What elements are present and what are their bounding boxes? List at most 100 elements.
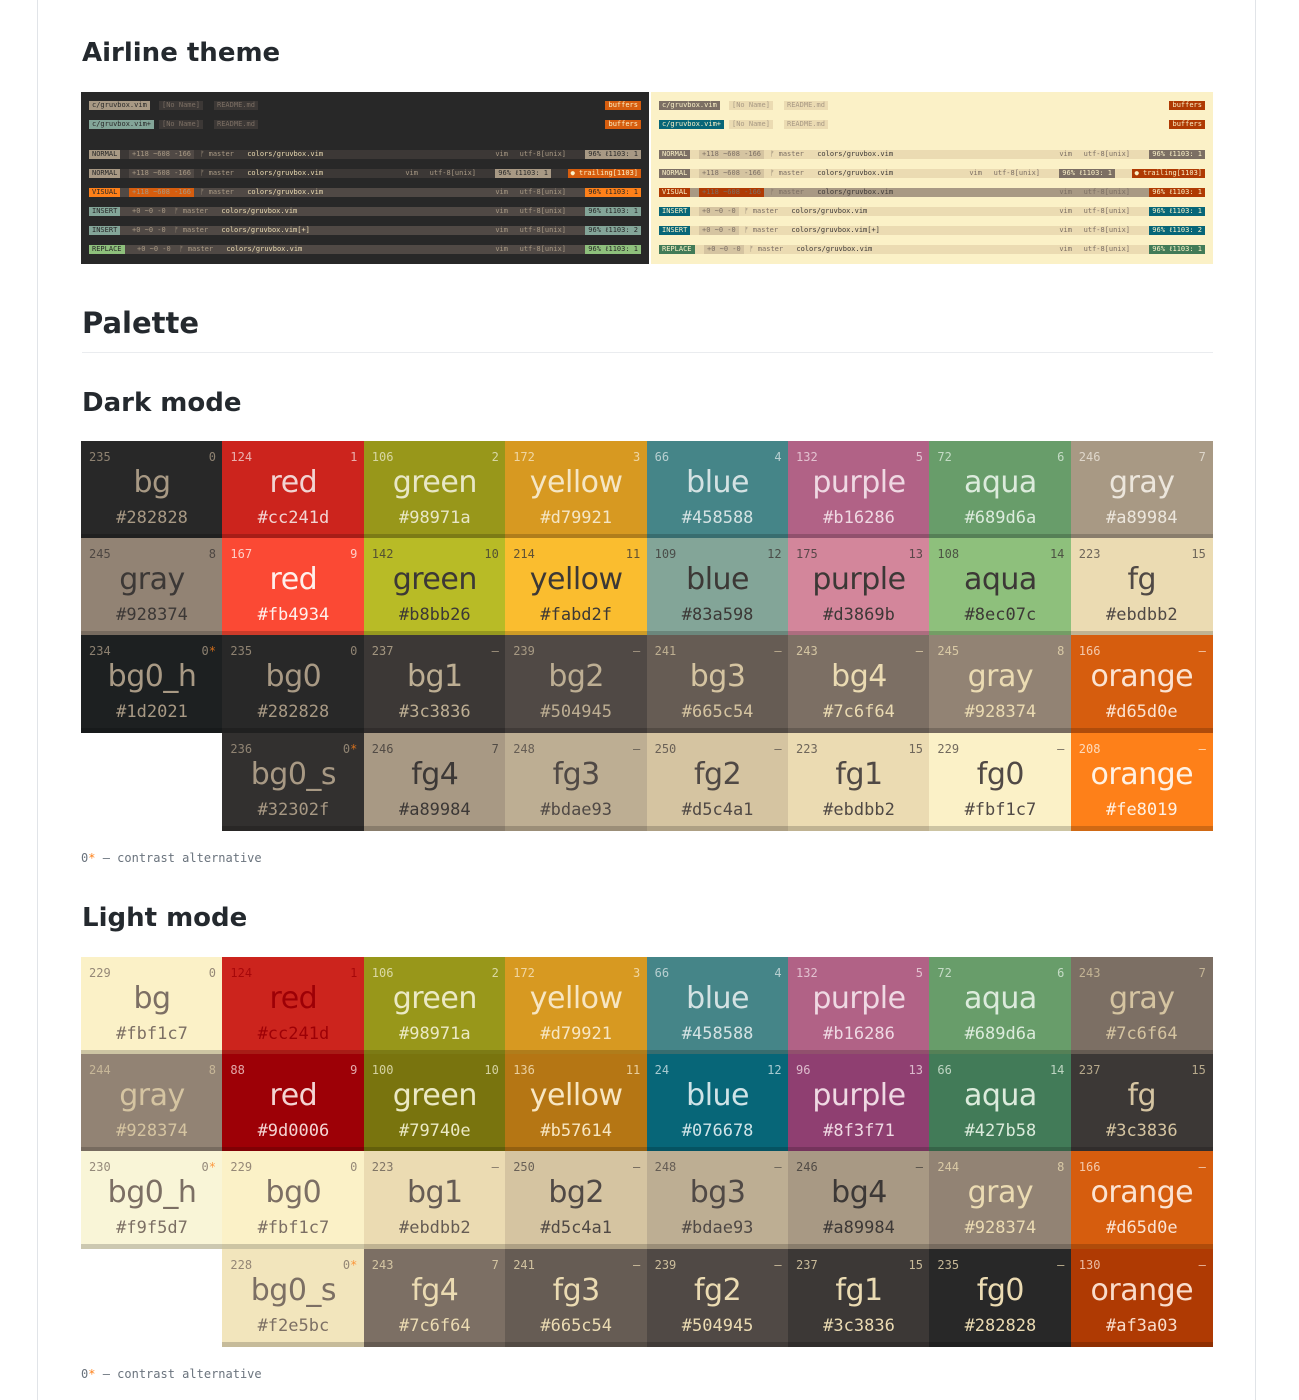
swatch-gray: 245 8 gray #928374 <box>929 635 1072 733</box>
swatch-shade-strip <box>1070 1342 1213 1347</box>
swatch-xterm-number: 24 <box>654 1063 670 1077</box>
swatch-name: bg3 <box>689 659 746 694</box>
swatch-index: 15 <box>1191 1063 1205 1077</box>
swatch-green: 100 10 green #79740e <box>363 1054 506 1152</box>
swatch-hex: #9d0006 <box>257 1121 330 1141</box>
swatch-index-value: 15 <box>908 1258 923 1272</box>
swatch-xterm-number: 132 <box>796 450 818 464</box>
swatch-name: orange <box>1090 659 1194 694</box>
swatch-xterm-number: 237 <box>371 644 394 658</box>
swatch-index: 12 <box>767 547 781 561</box>
swatch-name: green <box>392 465 478 500</box>
swatch-red: 124 1 red #cc241d <box>222 441 365 539</box>
git-hunks: +0 ~0 -0 <box>699 207 739 216</box>
swatch-index: 0 <box>350 644 357 658</box>
swatch-fg2: 250 — fg2 #d5c4a1 <box>646 733 789 831</box>
swatch-index-value: — <box>491 1160 499 1174</box>
swatch-xterm-number: 109 <box>654 547 677 561</box>
encoding: utf-8[unix] <box>519 226 566 234</box>
swatch-bg: 235 0 bg #282828 <box>81 441 223 539</box>
filetype: vim <box>495 245 508 253</box>
swatch-name: gray <box>119 562 185 597</box>
swatch-name: yellow <box>529 562 623 597</box>
swatch-index-value: 14 <box>1049 547 1065 561</box>
tabline: c/gruvbox.vim [No Name] README.md buffers <box>659 101 1205 110</box>
swatch-name: bg4 <box>831 1175 887 1210</box>
swatch-green: 142 10 green #b8bb26 <box>363 538 506 636</box>
swatch-index: 0 <box>350 1160 357 1174</box>
statusline: INSERT +0 ~0 -0 ᚠ master colors/gruvbox.vim… <box>89 207 641 216</box>
swatch-xterm-number: 132 <box>796 966 818 980</box>
swatch-hex: #458588 <box>681 1024 754 1044</box>
swatch-name: gray <box>1109 981 1175 1016</box>
swatch-name: bg <box>133 981 171 1016</box>
swatch-index: 2 <box>492 450 499 464</box>
encoding: utf-8[unix] <box>519 150 566 158</box>
git-hunks: +118 ~608 -166 <box>129 169 195 178</box>
swatch-name: red <box>269 562 318 597</box>
swatch-fg4: 246 7 fg4 #a89984 <box>363 733 506 831</box>
swatch-hex: #458588 <box>681 508 754 528</box>
swatch-hex: #928374 <box>964 1218 1037 1238</box>
swatch-hex: #bdae93 <box>540 800 613 820</box>
swatch-index-value: 8 <box>208 547 216 561</box>
swatch-xterm-number: 239 <box>513 644 535 658</box>
swatch-bg0_h: 230 0* bg0_h #f9f5d7 <box>81 1151 223 1249</box>
swatch-blue: 66 4 blue #458588 <box>646 441 789 539</box>
swatch-index-value: 0 <box>201 1160 209 1174</box>
dark-mode-heading: Dark mode <box>82 388 242 418</box>
swatch-orange: 166 — orange #d65d0e <box>1070 1151 1213 1249</box>
swatch-name: purple <box>812 465 906 500</box>
swatch-hex: #7c6f64 <box>823 702 895 722</box>
swatch-name: red <box>269 465 318 500</box>
swatch-xterm-number: 243 <box>796 644 818 658</box>
swatch-index-value: — <box>632 742 641 756</box>
swatch-purple: 132 5 purple #b16286 <box>788 957 930 1055</box>
dark-contrast-note: 0* — contrast alternative <box>81 851 262 865</box>
swatch-index: — <box>1057 742 1064 756</box>
git-branch: ᚠ master <box>174 226 209 234</box>
swatch-index: — <box>774 1258 781 1272</box>
swatch-index-value: 7 <box>1198 450 1206 464</box>
statusline: VISUAL +118 ~608 -166 ᚠ master colors/gruvb… <box>659 188 1205 197</box>
swatch-xterm-number: 172 <box>513 966 535 980</box>
statusline: NORMAL +118 ~608 -166 ᚠ master colors/gruvb… <box>659 150 1205 159</box>
swatch-hex: #98971a <box>398 1024 471 1044</box>
tab-inactive: [No Name] <box>729 101 773 110</box>
swatch-hex: #cc241d <box>257 508 330 528</box>
swatch-bg4: 246 — bg4 #a89984 <box>788 1151 930 1249</box>
swatch-index-value: 11 <box>625 1063 641 1077</box>
tab-active: c/gruvbox.vim+ <box>89 120 155 129</box>
swatch-gray: 246 7 gray #a89984 <box>1070 441 1213 539</box>
swatch-fg3: 248 — fg3 #bdae93 <box>505 733 648 831</box>
swatch-xterm-number: 243 <box>1078 966 1101 980</box>
swatch-index: 8 <box>209 1063 216 1077</box>
swatch-name: fg <box>1127 562 1157 597</box>
swatch-name: purple <box>812 981 906 1016</box>
encoding: utf-8[unix] <box>519 188 566 196</box>
git-hunks: +0 ~0 -0 <box>699 226 739 235</box>
statusline: REPLACE +0 ~0 -0 ᚠ master colors/gruvbox.vi… <box>659 245 1205 254</box>
swatch-hex: #b16286 <box>823 508 895 528</box>
tabline: c/gruvbox.vim+ [No Name] README.md buffers <box>89 120 641 129</box>
swatch-index: 0* <box>343 742 357 756</box>
swatch-index-value: — <box>1198 1258 1206 1272</box>
filetype: vim <box>495 226 508 234</box>
tabline: c/gruvbox.vim [No Name] README.md buffers <box>89 101 641 110</box>
swatch-index: — <box>1199 742 1206 756</box>
swatch-yellow: 214 11 yellow #fabd2f <box>505 538 648 636</box>
swatch-red: 124 1 red #cc241d <box>222 957 365 1055</box>
swatch-name: bg0_h <box>107 659 197 694</box>
mode-label: NORMAL <box>659 169 691 178</box>
swatch-xterm-number: 108 <box>937 547 960 561</box>
swatch-xterm-number: 244 <box>89 1063 111 1077</box>
swatch-hex: #fbf1c7 <box>257 1218 330 1238</box>
swatch-xterm-number: 248 <box>654 1160 677 1174</box>
swatch-hex: #bdae93 <box>681 1218 754 1238</box>
swatch-index-value: 0 <box>350 1160 358 1174</box>
cursor-position: 96% ℓ1103: 1 <box>585 188 641 197</box>
encoding: utf-8[unix] <box>519 207 566 215</box>
git-hunks: +118 ~608 -166 <box>699 150 765 159</box>
swatch-xterm-number: 246 <box>1078 450 1101 464</box>
swatch-hex: #689d6a <box>964 508 1037 528</box>
